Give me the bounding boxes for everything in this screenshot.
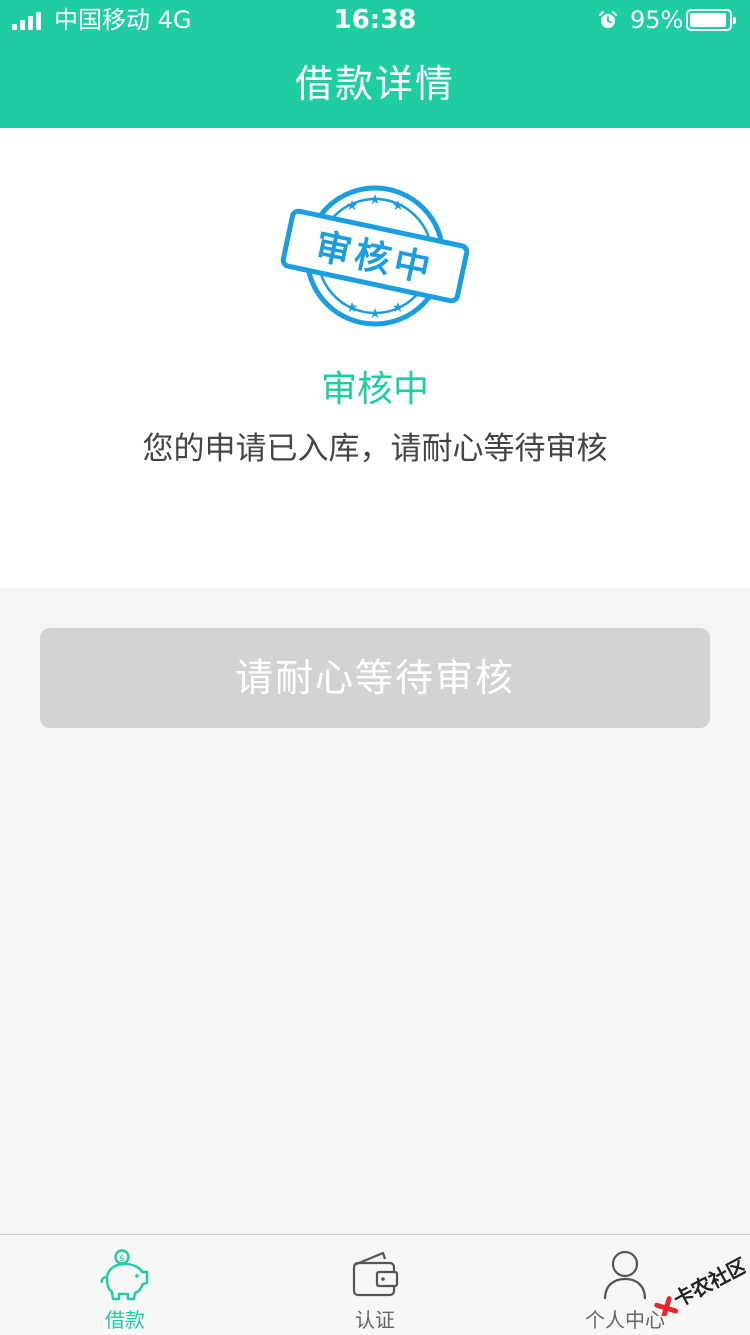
status-title: 审核中 [320,369,429,410]
battery-fill [690,13,726,27]
svg-text:★: ★ [392,198,405,214]
tab-bar: $ 借款 认证 个人中心 [0,1234,750,1334]
svg-text:★: ★ [369,192,382,208]
community-watermark-logo: 卡农社区 [654,1253,746,1316]
wallet-icon [352,1251,399,1297]
review-status-card: ★ ★ ★ ★ ★ ★ 审核中 审核中 您的申请已入库，请耐心等待审核 [0,128,750,588]
svg-text:★: ★ [369,306,382,322]
svg-text:卡农社区: 卡农社区 [669,1253,746,1312]
page-title: 借款详情 [294,62,455,106]
svg-text:★: ★ [392,300,405,316]
wait-review-button[interactable]: 请耐心等待审核 [40,628,710,728]
tab-verification[interactable]: 认证 [250,1235,500,1335]
navigation-bar: 借款详情 [0,40,750,128]
tab-loan[interactable]: $ 借款 [0,1235,250,1335]
user-icon [603,1250,647,1300]
svg-text:$: $ [119,1254,125,1264]
under-review-stamp: ★ ★ ★ ★ ★ ★ 审核中 [280,185,470,327]
svg-text:★: ★ [346,198,359,214]
alarm-clock-icon [599,11,617,28]
piggy-bank-icon: $ [100,1249,149,1301]
tab-label: 认证 [355,1308,395,1332]
status-bar: 中国移动 4G 16:38 95% [0,0,750,40]
tab-label: 借款 [105,1308,145,1332]
battery-icon [686,9,736,31]
status-description: 您的申请已入库，请耐心等待审核 [142,431,608,467]
battery-percentage: 95% [630,6,684,34]
svg-text:★: ★ [346,300,359,316]
